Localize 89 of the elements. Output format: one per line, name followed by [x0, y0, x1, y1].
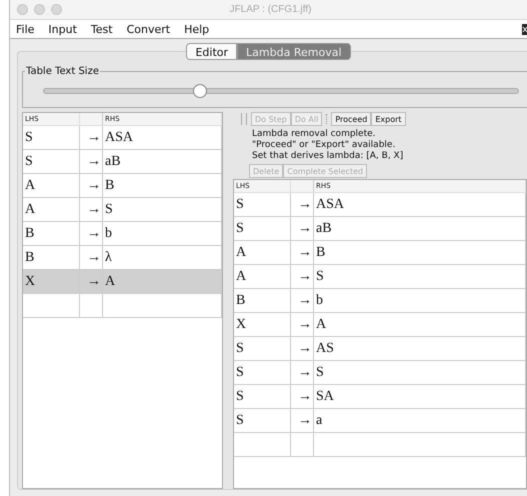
production-row[interactable]: S → aB — [234, 217, 526, 241]
production-row[interactable]: S → AS — [234, 337, 526, 361]
table-cell: → — [80, 246, 103, 269]
production-row[interactable]: S → SA — [234, 385, 526, 409]
table-cell: A — [234, 241, 291, 264]
table-cell: → — [80, 270, 103, 293]
table-cell: → — [291, 361, 314, 384]
table-cell: → — [291, 217, 314, 240]
production-row[interactable]: S → ASA — [234, 193, 526, 217]
table-cell: A — [234, 265, 291, 288]
status-message: Set that derives lambda: [A, B, X] — [251, 151, 404, 162]
table-cell: b — [103, 222, 222, 245]
menu-item[interactable]: Convert — [126, 22, 170, 36]
table-cell: B — [23, 222, 80, 245]
table-cell: → — [80, 126, 103, 149]
table-cell: ASA — [103, 126, 222, 149]
menu-item[interactable]: File — [16, 22, 34, 36]
table-cell: a — [314, 409, 526, 432]
table-cell: B — [103, 174, 222, 197]
toolbar-button[interactable]: Export — [371, 112, 406, 126]
table-cell: → — [291, 193, 314, 216]
table-cell: B — [23, 246, 80, 269]
slider[interactable] — [43, 84, 519, 98]
production-row[interactable]: B → b — [234, 289, 526, 313]
table-cell: S — [234, 385, 291, 408]
window-title: JFLAP : (CFG1.jff) — [228, 4, 312, 15]
table-cell: S — [234, 193, 291, 216]
table-cell: ASA — [314, 193, 526, 216]
window-close-icon[interactable] — [17, 4, 28, 15]
production-row[interactable]: A → B — [23, 174, 222, 198]
table-cell: AS — [314, 337, 526, 360]
table-cell: → — [291, 265, 314, 288]
toolbar-button[interactable]: Proceed — [331, 112, 372, 126]
table-cell: S — [23, 126, 80, 149]
table-cell: B — [234, 289, 291, 312]
table-cell: S — [234, 337, 291, 360]
table-cell: A — [23, 174, 80, 197]
production-row[interactable]: S → a — [234, 409, 526, 433]
table-cell: → — [291, 385, 314, 408]
production-row[interactable]: S → ASA — [23, 126, 222, 150]
table-cell: X — [234, 313, 291, 336]
table-cell: aB — [103, 150, 222, 173]
tab[interactable]: Lambda Removal — [237, 43, 351, 60]
production-row[interactable]: A → S — [234, 265, 526, 289]
production-row[interactable]: X → A — [23, 270, 222, 294]
table-cell: S — [234, 409, 291, 432]
table-cell: → — [80, 150, 103, 173]
table-cell: S — [314, 265, 526, 288]
production-row[interactable]: S → S — [234, 361, 526, 385]
production-row[interactable]: B → λ — [23, 246, 222, 270]
production-row[interactable]: S → aB — [23, 150, 222, 174]
table-cell: B — [314, 241, 526, 264]
table-cell: → — [291, 409, 314, 432]
table-cell: → — [291, 337, 314, 360]
close-icon[interactable] — [522, 24, 527, 35]
table-cell: aB — [314, 217, 526, 240]
status-message: "Proceed" or "Export" available. — [251, 140, 396, 151]
production-row[interactable]: B → b — [23, 222, 222, 246]
table-cell: S — [234, 361, 291, 384]
menu-item[interactable]: Help — [184, 22, 210, 36]
table-cell: A — [314, 313, 526, 336]
menu-item[interactable]: Input — [48, 22, 77, 36]
production-row[interactable]: A → B — [234, 241, 526, 265]
table-cell: S — [23, 150, 80, 173]
table-cell: → — [80, 174, 103, 197]
table-cell: → — [80, 198, 103, 221]
menu-item[interactable]: Test — [90, 22, 113, 36]
window-minimize-icon[interactable] — [34, 4, 45, 15]
status-message: Lambda removal complete. — [251, 129, 377, 140]
slider-thumb[interactable] — [193, 84, 208, 98]
table-cell: → — [80, 222, 103, 245]
production-row[interactable]: A → S — [23, 198, 222, 222]
table-cell: → — [291, 289, 314, 312]
table-cell: SA — [314, 385, 526, 408]
production-row[interactable]: X → A — [234, 313, 526, 337]
group-label: Table Text Size — [25, 66, 100, 77]
table-cell: → — [291, 313, 314, 336]
tab[interactable]: Editor — [186, 43, 238, 60]
table-cell: A — [103, 270, 222, 293]
window-zoom-icon[interactable] — [51, 4, 62, 15]
table-cell: S — [234, 217, 291, 240]
toolbar-grip-icon[interactable] — [241, 113, 247, 125]
table-cell: S — [314, 361, 526, 384]
table-cell: λ — [103, 246, 222, 269]
table-cell: A — [23, 198, 80, 221]
table-cell: → — [291, 241, 314, 264]
table-cell: X — [23, 270, 80, 293]
table-cell: S — [103, 198, 222, 221]
table-cell: b — [314, 289, 526, 312]
